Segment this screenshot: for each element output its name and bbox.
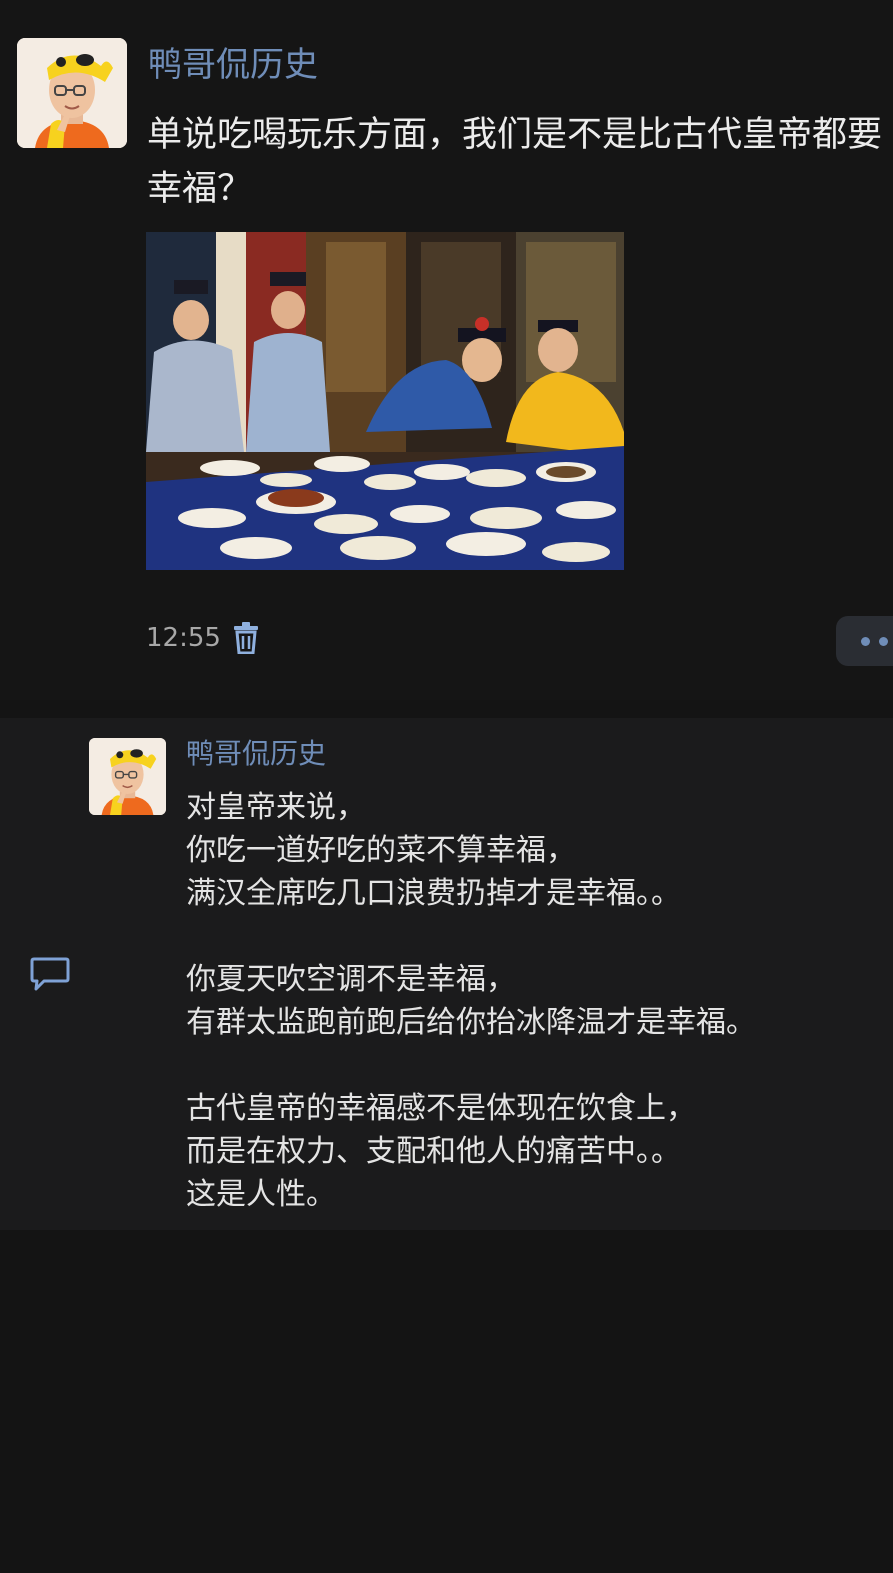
more-options-button[interactable] (836, 616, 893, 666)
post-timestamp: 12:55 (146, 623, 221, 653)
post-author-name[interactable]: 鸭哥侃历史 (148, 40, 318, 90)
comment-text: 对皇帝来说， 你吃一道好吃的菜不算幸福， 满汉全席吃几口浪费扔掉才是幸福。。 你… (186, 786, 756, 1216)
trash-icon[interactable] (232, 622, 260, 654)
comment-line: 古代皇帝的幸福感不是体现在饮食上， (186, 1091, 696, 1126)
comment-line: 对皇帝来说， (186, 790, 366, 825)
comment-line-gap (186, 1044, 756, 1087)
comment-author-name[interactable]: 鸭哥侃历史 (186, 734, 326, 774)
comment-author-avatar[interactable] (89, 738, 166, 815)
comment-card: 鸭哥侃历史 对皇帝来说， 你吃一道好吃的菜不算幸福， 满汉全席吃几口浪费扔掉才是… (0, 718, 893, 1230)
comment-line: 有群太监跑前跑后给你抬冰降温才是幸福。 (186, 1005, 756, 1040)
post-author-avatar[interactable] (17, 38, 127, 148)
banquet-photo-icon (146, 232, 624, 570)
post-card: 鸭哥侃历史 单说吃喝玩乐方面，我们是不是比古代皇帝都要幸福？ 12:55 (0, 0, 893, 700)
comment-line: 这是人性。 (186, 1177, 336, 1212)
more-dots-icon (879, 637, 888, 646)
comment-line-gap (186, 915, 756, 958)
avatar-image (17, 38, 127, 148)
comment-line: 而是在权力、支配和他人的痛苦中。。 (186, 1134, 681, 1169)
more-dots-icon (861, 637, 870, 646)
comment-line: 你夏天吹空调不是幸福， (186, 962, 516, 997)
post-text: 单说吃喝玩乐方面，我们是不是比古代皇帝都要幸福？ (147, 115, 883, 209)
avatar-image (89, 738, 166, 815)
post-image[interactable] (146, 232, 624, 570)
comment-line: 满汉全席吃几口浪费扔掉才是幸福。。 (186, 876, 681, 911)
comment-bubble-icon[interactable] (30, 956, 70, 992)
comment-line: 你吃一道好吃的菜不算幸福， (186, 833, 576, 868)
